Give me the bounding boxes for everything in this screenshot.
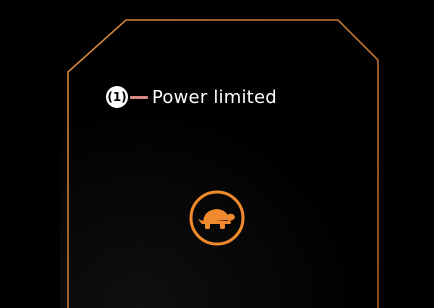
callout-number-badge: (1) — [106, 86, 128, 108]
power-limited-callout: (1) Power limited — [106, 86, 277, 108]
turtle-icon — [189, 190, 245, 246]
display-panel-frame — [60, 16, 379, 308]
power-limited-label: Power limited — [152, 86, 277, 108]
callout-leader-line — [130, 95, 148, 99]
cluster-display: (1) Power limited — [0, 0, 434, 308]
